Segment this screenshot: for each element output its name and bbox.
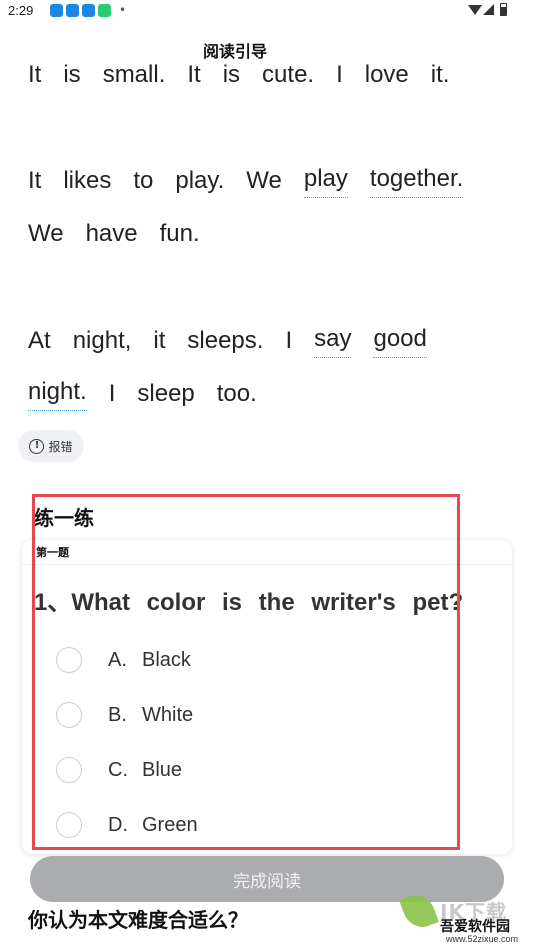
more-notifications-dot: • xyxy=(119,3,127,17)
passage-word: small. xyxy=(102,61,166,88)
option-letter: D. xyxy=(108,813,128,836)
passage-word: likes xyxy=(63,167,112,194)
option-text: Green xyxy=(142,813,198,836)
vocab-word-link[interactable]: together. xyxy=(369,165,464,198)
passage-word: cute. xyxy=(262,61,315,88)
practice-section-title: 练一练 xyxy=(34,506,94,530)
passage-word: It xyxy=(28,61,42,88)
option-letter: C. xyxy=(108,758,128,781)
divider xyxy=(22,564,512,565)
passage-word: I xyxy=(108,380,116,407)
question-card: 第一题 1、What color is the writer's pet? A.… xyxy=(22,540,512,854)
battery-icon xyxy=(500,3,507,16)
wifi-icon xyxy=(468,5,482,15)
option-letter: A. xyxy=(108,648,127,671)
passage-word: fun. xyxy=(159,220,200,247)
status-bar: 2:29 • xyxy=(0,0,533,24)
option-text: Blue xyxy=(142,758,183,781)
difficulty-question: 你认为本文难度合适么？ xyxy=(28,908,248,932)
answer-option-d[interactable]: D. Green xyxy=(56,805,476,845)
passage-word: We xyxy=(28,220,64,247)
passage-line: We have fun. xyxy=(28,215,508,253)
passage-word: sleeps. xyxy=(187,327,264,354)
report-error-label: 报错 xyxy=(48,439,73,454)
passage-word: is xyxy=(222,61,241,88)
passage-word: It xyxy=(187,61,201,88)
passage-line: night. Isleep too. xyxy=(28,375,508,413)
vocab-word-link[interactable]: good xyxy=(373,325,427,358)
passage-word: play. xyxy=(175,167,225,194)
passage-line: It is small. It is cute. Ilove it. xyxy=(28,56,508,94)
passage-word: love xyxy=(364,61,409,88)
status-time: 2:29 xyxy=(8,3,34,18)
question-text: 1、What color is the writer's pet? xyxy=(34,589,464,616)
passage-word: it xyxy=(153,327,166,354)
option-text: White xyxy=(142,703,194,726)
notification-app-icon xyxy=(50,4,63,17)
question-index-label: 第一题 xyxy=(36,546,69,559)
passage-line: It likes to play. We play together. xyxy=(28,162,508,200)
watermark-site-name: 吾爱软件园 xyxy=(440,919,510,935)
passage-word: night, xyxy=(72,327,132,354)
option-letter: B. xyxy=(108,703,127,726)
radio-icon[interactable] xyxy=(56,702,82,728)
notification-app-icon xyxy=(66,4,79,17)
notification-app-icon xyxy=(98,4,111,17)
passage-word: sleep xyxy=(137,380,195,407)
answer-option-a[interactable]: A. Black xyxy=(56,640,476,680)
option-text: Black xyxy=(142,648,191,671)
report-error-button[interactable]: ! 报错 xyxy=(18,430,84,462)
passage-word: I xyxy=(285,327,293,354)
radio-icon[interactable] xyxy=(56,812,82,838)
signal-icon xyxy=(483,4,494,15)
finish-reading-button[interactable]: 完成阅读 xyxy=(30,856,504,902)
passage-word: have xyxy=(85,220,138,247)
passage-word: to xyxy=(133,167,154,194)
vocab-word-link[interactable]: play xyxy=(303,165,348,198)
passage-word: is xyxy=(63,61,81,88)
reading-passage: It is small. It is cute. Ilove it. It likes to pla… xyxy=(0,56,533,426)
passage-word: I xyxy=(336,61,343,88)
vocab-word-link[interactable]: night. xyxy=(28,378,87,411)
exclamation-icon: ! xyxy=(29,438,45,454)
watermark-url: www.52zixue.com xyxy=(446,934,519,944)
passage-word: too. xyxy=(216,380,257,407)
radio-icon[interactable] xyxy=(56,757,82,783)
passage-word: We xyxy=(246,167,282,194)
passage-word: At xyxy=(28,327,51,354)
answer-option-c[interactable]: C. Blue xyxy=(56,750,476,790)
vocab-word-link[interactable]: say xyxy=(314,325,352,358)
passage-word: It xyxy=(28,167,42,194)
passage-word: it. xyxy=(430,61,450,88)
answer-option-b[interactable]: B. White xyxy=(56,695,476,735)
radio-icon[interactable] xyxy=(56,647,82,673)
passage-line: At night, it sleeps. Isay good xyxy=(28,322,508,360)
notification-app-icon xyxy=(82,4,95,17)
